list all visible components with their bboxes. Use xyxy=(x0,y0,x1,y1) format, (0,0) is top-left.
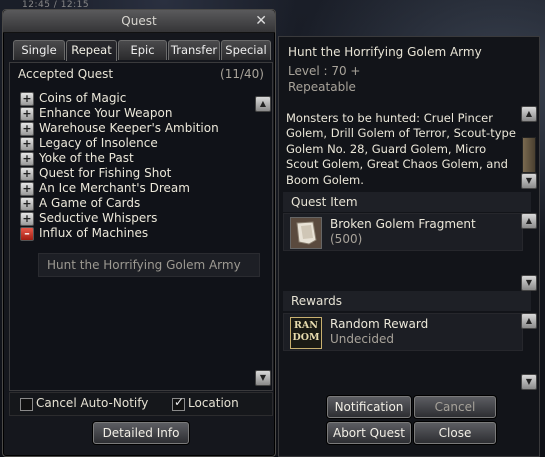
quest-item-enhance-your-weapon[interactable]: + Enhance Your Weapon xyxy=(20,106,245,121)
expand-plus-icon[interactable]: + xyxy=(20,212,34,226)
expand-plus-icon[interactable]: + xyxy=(20,107,34,121)
description-scroll-down-icon[interactable]: ▼ xyxy=(521,173,537,189)
reward-name: Random Reward xyxy=(330,317,429,331)
collapse-minus-icon[interactable]: – xyxy=(20,227,34,241)
accepted-quest-label: Accepted Quest xyxy=(18,67,114,81)
expand-plus-icon[interactable]: + xyxy=(20,92,34,106)
rewards-header: Rewards xyxy=(283,291,531,311)
cancel-auto-notify-checkbox[interactable] xyxy=(20,398,33,411)
close-icon[interactable]: ✕ xyxy=(255,13,267,29)
quest-window-titlebar[interactable]: Quest ✕ xyxy=(3,10,275,33)
expand-plus-icon[interactable]: + xyxy=(20,122,34,136)
quest-item-yoke-of-the-past[interactable]: + Yoke of the Past xyxy=(20,151,245,166)
reward-scroll-down-icon[interactable]: ▼ xyxy=(521,374,537,390)
detail-level: Level : 70 + xyxy=(288,64,361,78)
detailed-info-button[interactable]: Detailed Info xyxy=(93,422,189,444)
subquest-hunt-golem-army[interactable]: Hunt the Horrifying Golem Army xyxy=(38,253,260,277)
quest-item-warehouse-keepers-ambition[interactable]: + Warehouse Keeper's Ambition xyxy=(20,121,245,136)
golem-fragment-icon xyxy=(290,217,322,249)
window-title: Quest xyxy=(121,14,157,28)
expand-plus-icon[interactable]: + xyxy=(20,197,34,211)
cancel-button[interactable]: Cancel xyxy=(414,396,496,418)
scroll-up-icon[interactable]: ▲ xyxy=(255,96,271,112)
description-scroll-up-icon[interactable]: ▲ xyxy=(521,106,537,122)
quest-count: (11/40) xyxy=(220,67,264,81)
tab-single[interactable]: Single xyxy=(13,40,65,60)
random-reward-icon: RAN DOM xyxy=(290,317,322,349)
quest-detail-window: Hunt the Horrifying Golem Army Level : 7… xyxy=(278,36,540,457)
tab-epic[interactable]: Epic xyxy=(118,40,167,60)
cancel-auto-notify-label: Cancel Auto-Notify xyxy=(36,396,149,410)
quest-item-name: Broken Golem Fragment xyxy=(330,217,476,231)
quest-item-a-game-of-cards[interactable]: + A Game of Cards xyxy=(20,196,245,211)
expand-plus-icon[interactable]: + xyxy=(20,167,34,181)
quest-list-panel: Accepted Quest (11/40) + Coins of Magic +… xyxy=(9,62,273,391)
quest-item-influx-of-machines[interactable]: – Influx of Machines xyxy=(20,226,245,241)
detail-title: Hunt the Horrifying Golem Army xyxy=(288,45,482,59)
options-bar: Cancel Auto-Notify ✓ Location xyxy=(9,392,273,416)
quest-item-coins-of-magic[interactable]: + Coins of Magic xyxy=(20,91,245,106)
quest-item-quest-for-fishing-shot[interactable]: + Quest for Fishing Shot xyxy=(20,166,245,181)
detail-type: Repeatable xyxy=(288,80,356,94)
expand-plus-icon[interactable]: + xyxy=(20,137,34,151)
close-button[interactable]: Close xyxy=(414,422,496,444)
scroll-down-icon[interactable]: ▼ xyxy=(255,370,271,386)
description-scroll-thumb[interactable] xyxy=(522,137,536,173)
location-label: Location xyxy=(188,396,239,410)
tab-special[interactable]: Special xyxy=(221,40,271,60)
tab-transfer[interactable]: Transfer xyxy=(168,40,220,60)
tab-repeat[interactable]: Repeat xyxy=(66,40,117,61)
expand-plus-icon[interactable]: + xyxy=(20,182,34,196)
reward-scroll-up-icon[interactable]: ▲ xyxy=(521,313,537,329)
notification-button[interactable]: Notification xyxy=(327,396,411,418)
quest-item-legacy-of-insolence[interactable]: + Legacy of Insolence xyxy=(20,136,245,151)
reward-row[interactable]: RAN DOM Random Reward Undecided xyxy=(283,313,523,351)
expand-plus-icon[interactable]: + xyxy=(20,152,34,166)
abort-quest-button[interactable]: Abort Quest xyxy=(327,422,411,444)
quest-item-row[interactable]: Broken Golem Fragment (500) xyxy=(283,213,523,251)
quest-item-ice-merchants-dream[interactable]: + An Ice Merchant's Dream xyxy=(20,181,245,196)
quest-list: + Coins of Magic + Enhance Your Weapon + Wa… xyxy=(20,91,245,241)
quest-item-seductive-whispers[interactable]: + Seductive Whispers xyxy=(20,211,245,226)
quest-window: Quest ✕ Single Repeat Epic Transfer Spec… xyxy=(2,9,276,457)
item-scroll-down-icon[interactable]: ▼ xyxy=(521,275,537,291)
reward-status: Undecided xyxy=(330,332,394,346)
quest-item-header: Quest Item xyxy=(283,192,531,212)
check-icon: ✓ xyxy=(174,395,185,409)
location-checkbox[interactable]: ✓ xyxy=(172,395,185,411)
quest-description: Monsters to be hunted: Cruel Pincer Gole… xyxy=(286,111,516,187)
quest-item-quantity: (500) xyxy=(330,232,363,246)
description-box: Monsters to be hunted: Cruel Pincer Gole… xyxy=(283,105,519,187)
item-scroll-up-icon[interactable]: ▲ xyxy=(521,213,537,229)
